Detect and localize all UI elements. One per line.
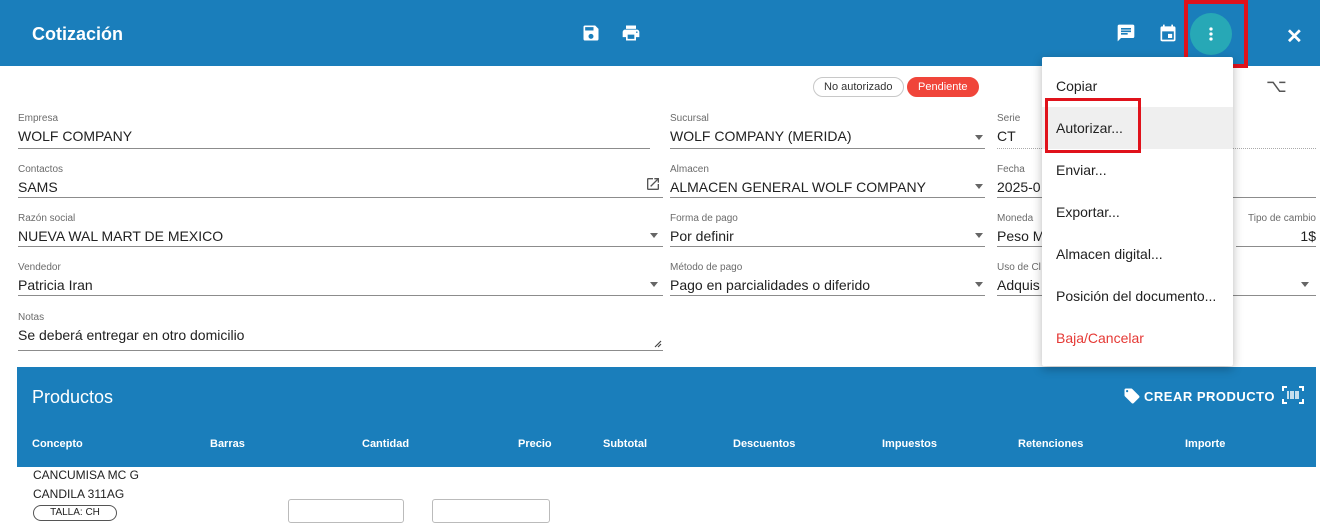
serie-value: CT [997, 128, 1016, 144]
chevron-down-icon [975, 233, 983, 238]
sucursal-label: Sucursal [670, 113, 709, 124]
serie-label: Serie [997, 113, 1021, 124]
menu-item-posicion-documento[interactable]: Posición del documento... [1042, 275, 1233, 317]
add-product-icon [1124, 388, 1140, 404]
moneda-label: Moneda [997, 213, 1034, 224]
empresa-label: Empresa [18, 113, 59, 124]
tipo-cambio-field[interactable]: Tipo de cambio 1$ [1236, 213, 1316, 247]
fecha-value: 2025-0 [997, 179, 1041, 195]
uso-cfdi-select[interactable]: Uso de Cl Adquis [997, 262, 1042, 296]
fecha-label: Fecha [997, 164, 1025, 175]
vendedor-select[interactable]: Vendedor Patricia Iran [18, 262, 663, 296]
col-concepto: Concepto [32, 438, 83, 450]
status-badge-not-authorized: No autorizado [813, 77, 904, 97]
product-variant-chip: TALLA: CH [33, 505, 117, 521]
menu-item-almacen-digital[interactable]: Almacen digital... [1042, 233, 1233, 275]
moneda-select[interactable]: Moneda Peso M [997, 213, 1045, 247]
notas-value: Se deberá entregar en otro domicilio [18, 327, 245, 343]
razon-social-label: Razón social [18, 213, 76, 224]
col-descuentos: Descuentos [733, 438, 796, 450]
metodo-pago-label: Método de pago [670, 262, 743, 273]
contactos-field[interactable]: Contactos SAMS [18, 164, 663, 198]
calendar-icon[interactable] [1157, 22, 1179, 44]
page-title: Cotización [32, 24, 124, 44]
filter-icon[interactable]: ⌥ [1266, 76, 1287, 97]
notas-textarea[interactable]: Notas Se deberá entregar en otro domicil… [18, 312, 663, 351]
menu-item-baja-cancelar[interactable]: Baja/Cancelar [1042, 317, 1233, 359]
serie-field[interactable]: Serie CT [997, 113, 1042, 149]
menu-item-enviar[interactable]: Enviar... [1042, 149, 1233, 191]
fecha-field[interactable]: Fecha 2025-0 [997, 164, 1042, 198]
almacen-value: ALMACEN GENERAL WOLF COMPANY [670, 179, 926, 195]
tipo-cambio-value: 1$ [1300, 228, 1316, 244]
metodo-pago-value: Pago en parcialidades o diferido [670, 277, 871, 293]
forma-pago-label: Forma de pago [670, 213, 738, 224]
create-product-label: CREAR PRODUCTO [1144, 388, 1275, 404]
vendedor-value: Patricia Iran [18, 277, 93, 293]
uso-cfdi-value: Adquis [997, 277, 1040, 293]
col-importe: Importe [1185, 438, 1226, 450]
product-concept-line1: CANCUMISA MC G [33, 468, 140, 482]
sucursal-select[interactable]: Sucursal WOLF COMPANY (MERIDA) [670, 113, 985, 149]
col-barras: Barras [210, 438, 245, 450]
fecha-underline-ext [1233, 197, 1316, 198]
notas-label: Notas [18, 312, 45, 323]
forma-pago-value: Por definir [670, 228, 734, 244]
chevron-down-icon [650, 282, 658, 287]
almacen-label: Almacen [670, 164, 709, 175]
vendedor-label: Vendedor [18, 262, 61, 273]
uso-cfdi-underline-ext [1233, 295, 1316, 296]
empresa-field[interactable]: Empresa WOLF COMPANY [18, 113, 650, 149]
message-icon[interactable] [1115, 22, 1137, 44]
chevron-down-icon [975, 135, 983, 140]
open-external-icon[interactable] [645, 176, 661, 192]
almacen-select[interactable]: Almacen ALMACEN GENERAL WOLF COMPANY [670, 164, 985, 198]
products-panel: Productos CREAR PRODUCTO Concepto Barras… [17, 367, 1316, 467]
col-cantidad: Cantidad [362, 438, 410, 450]
sucursal-value: WOLF COMPANY (MERIDA) [670, 128, 852, 144]
create-product-button[interactable]: CREAR PRODUCTO [1123, 387, 1275, 405]
chevron-down-icon [975, 282, 983, 287]
close-icon[interactable]: ✕ [1286, 24, 1303, 49]
col-retenciones: Retenciones [1018, 438, 1084, 450]
col-subtotal: Subtotal [603, 438, 647, 450]
chevron-down-icon [1301, 282, 1309, 287]
chevron-down-icon [650, 233, 658, 238]
menu-item-exportar[interactable]: Exportar... [1042, 191, 1233, 233]
razon-social-value: NUEVA WAL MART DE MEXICO [18, 228, 224, 244]
resize-handle-icon[interactable] [652, 338, 662, 348]
serie-underline-ext [1233, 148, 1316, 149]
uso-cfdi-label: Uso de Cl [997, 262, 1041, 273]
col-impuestos: Impuestos [882, 438, 938, 450]
print-icon[interactable] [620, 22, 642, 44]
barcode-scan-icon[interactable] [1282, 386, 1304, 404]
price-input[interactable] [432, 499, 550, 523]
contactos-label: Contactos [18, 164, 64, 175]
empresa-value: WOLF COMPANY [18, 128, 133, 144]
annotation-highlight-autorizar [1045, 98, 1141, 153]
forma-pago-select[interactable]: Forma de pago Por definir [670, 213, 985, 247]
contactos-value: SAMS [18, 179, 58, 195]
save-icon[interactable] [580, 22, 602, 44]
metodo-pago-select[interactable]: Método de pago Pago en parcialidades o d… [670, 262, 985, 296]
chevron-down-icon [975, 184, 983, 189]
status-badge-pending: Pendiente [907, 77, 979, 97]
col-precio: Precio [518, 438, 552, 450]
moneda-value: Peso M [997, 228, 1045, 244]
razon-social-select[interactable]: Razón social NUEVA WAL MART DE MEXICO [18, 213, 663, 247]
products-title: Productos [32, 387, 114, 407]
quantity-input[interactable] [288, 499, 404, 523]
tipo-cambio-label: Tipo de cambio [1248, 213, 1316, 224]
product-concept-line2: CANDILA 311AG [33, 487, 125, 501]
